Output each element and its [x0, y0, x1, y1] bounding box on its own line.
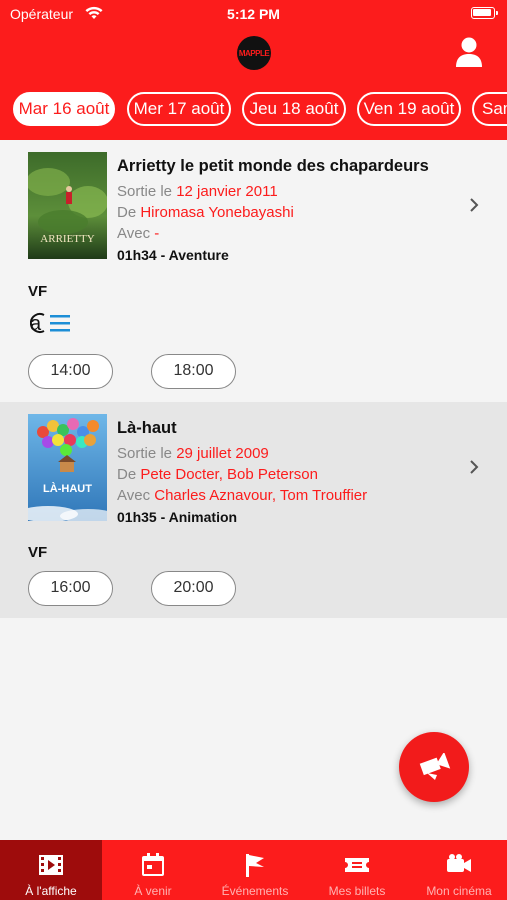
movie-poster[interactable]: LÀ-HAUT	[28, 414, 107, 521]
date-pill[interactable]: Ven 19 août	[357, 92, 461, 126]
ticket-arrow-icon	[419, 753, 451, 780]
camera-icon	[447, 854, 471, 872]
date-pill[interactable]: Jeu 18 août	[242, 92, 346, 126]
tab-label: Événements	[221, 884, 289, 898]
status-bar: Opérateur 5:12 PM	[0, 0, 507, 28]
release-date: 12 janvier 2011	[176, 183, 278, 200]
date-pill[interactable]: Sam 20 août	[472, 92, 507, 126]
director-line: De Pete Docter, Bob Peterson	[117, 466, 318, 483]
cast-prefix: Avec	[117, 487, 155, 504]
showtime-button[interactable]: 20:00	[151, 571, 236, 606]
cast-names: -	[154, 225, 160, 242]
date-selector[interactable]: Mar 16 août Mer 17 août Jeu 18 août Ven …	[0, 92, 507, 128]
cast-names: Charles Aznavour, Tom Trouffier	[154, 487, 368, 504]
flag-icon	[246, 854, 264, 877]
showtime-button[interactable]: 16:00	[28, 571, 113, 606]
showtime-button[interactable]: 14:00	[28, 354, 113, 389]
app-header: Opérateur 5:12 PM MAPPLE Mar 16 août Mer…	[0, 0, 507, 140]
poster-title-text: LÀ-HAUT	[43, 482, 92, 495]
release-line: Sortie le 12 janvier 2011	[117, 183, 278, 200]
status-time: 5:12 PM	[227, 6, 280, 22]
tab-label: Mon cinéma	[426, 884, 492, 898]
director-prefix: De	[117, 466, 141, 483]
cast-line: Avec -	[117, 225, 159, 242]
tab-a-venir[interactable]: À venir	[102, 840, 204, 900]
date-pill[interactable]: Mer 17 août	[127, 92, 231, 126]
release-prefix: Sortie le	[117, 183, 177, 200]
tab-evenements[interactable]: Événements	[204, 840, 306, 900]
tab-a-l-affiche[interactable]: À l'affiche	[0, 840, 102, 900]
logo-text: MAPPLE	[238, 48, 270, 58]
release-prefix: Sortie le	[117, 445, 177, 462]
bottom-tab-bar: À l'affiche À venir Événements Mes bille…	[0, 840, 507, 900]
duration-genre: 01h35 - Animation	[117, 509, 238, 525]
movie-card[interactable]: LÀ-HAUT Là-haut Sortie le 29 juillet 200…	[0, 402, 507, 618]
release-date: 29 juillet 2009	[176, 445, 269, 462]
poster-title-text: ARRIETTY	[40, 233, 94, 245]
movie-title[interactable]: Là-haut	[117, 419, 177, 438]
director-names: Pete Docter, Bob Peterson	[140, 466, 318, 483]
version-label: VF	[28, 283, 48, 300]
tab-label: À venir	[134, 884, 172, 898]
film-icon	[39, 855, 63, 875]
chevron-right-icon[interactable]	[469, 459, 479, 475]
tab-label: À l'affiche	[25, 884, 77, 898]
director-line: De Hiromasa Yonebayashi	[117, 204, 294, 221]
tab-mon-cinema[interactable]: Mon cinéma	[408, 840, 507, 900]
chevron-right-icon[interactable]	[469, 197, 479, 213]
version-label: VF	[28, 544, 48, 561]
calendar-icon	[142, 853, 164, 876]
ticket-icon	[345, 858, 369, 872]
movie-poster[interactable]: ARRIETTY	[28, 152, 107, 259]
movie-title[interactable]: Arrietty le petit monde des chapardeurs	[117, 157, 429, 176]
tab-label: Mes billets	[328, 884, 386, 898]
ticket-fab-button[interactable]	[399, 732, 469, 802]
cast-line: Avec Charles Aznavour, Tom Trouffier	[117, 487, 367, 504]
date-pill[interactable]: Mar 16 août	[13, 92, 115, 126]
release-line: Sortie le 29 juillet 2009	[117, 445, 269, 462]
movie-card[interactable]: ARRIETTY Arrietty le petit monde des cha…	[0, 140, 507, 402]
cinema-logo[interactable]: MAPPLE	[237, 36, 271, 70]
ae-accessibility-icon: a	[30, 313, 70, 334]
user-account-icon[interactable]	[455, 36, 483, 68]
tab-mes-billets[interactable]: Mes billets	[306, 840, 408, 900]
showtime-button[interactable]: 18:00	[151, 354, 236, 389]
battery-icon	[471, 7, 498, 19]
duration-genre: 01h34 - Aventure	[117, 247, 229, 263]
director-prefix: De	[117, 204, 141, 221]
cast-prefix: Avec	[117, 225, 155, 242]
director-names: Hiromasa Yonebayashi	[140, 204, 294, 221]
